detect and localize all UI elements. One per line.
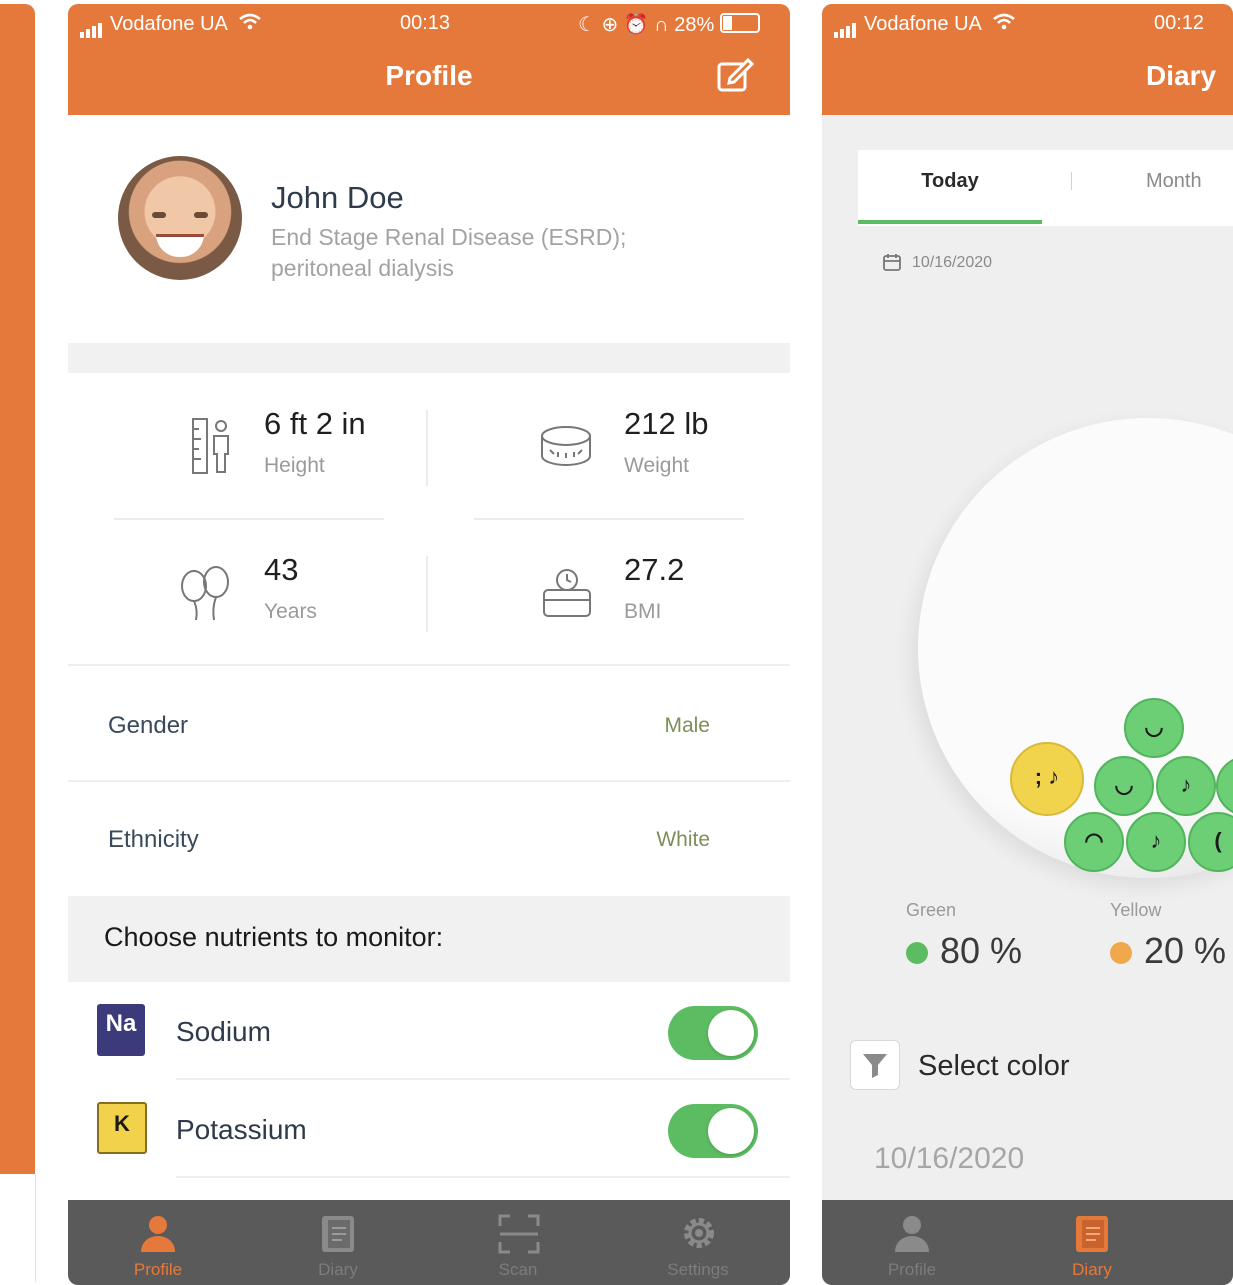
- height-value: 6 ft 2 in: [264, 406, 366, 441]
- avatar: [118, 156, 242, 280]
- nutrient-name: Sodium: [176, 1016, 271, 1047]
- tab-scan[interactable]: Scan: [468, 1200, 568, 1285]
- moon-icon: ☾: [578, 14, 596, 36]
- large-date: 10/16/2020: [874, 1142, 1025, 1175]
- legend-yellow-label: Yellow: [1110, 900, 1162, 920]
- tab-settings[interactable]: Settings: [648, 1200, 748, 1285]
- status-time: 00:12: [1154, 12, 1205, 34]
- diary-header: Vodafone UA 00:12 Diary: [822, 4, 1233, 115]
- user-name: John Doe: [271, 180, 404, 215]
- gender-row[interactable]: Gender Male: [68, 666, 790, 780]
- segment-active-underline: [858, 220, 1042, 224]
- yellow-ball: ; ♪: [1010, 742, 1084, 816]
- green-dot: [906, 942, 928, 965]
- nutrient-row-sodium: Na Sodium: [68, 982, 790, 1078]
- height-label: Height: [264, 454, 325, 477]
- potassium-toggle[interactable]: [668, 1104, 758, 1158]
- gender-value: Male: [664, 714, 710, 737]
- bmi-label: BMI: [624, 600, 662, 623]
- status-right: ☾ ⊕ ⏰ ∩ 28%: [578, 12, 760, 37]
- stats-divider-right: [474, 518, 744, 520]
- tab-diary[interactable]: Diary: [1042, 1200, 1142, 1285]
- tab-diary[interactable]: Diary: [288, 1200, 388, 1285]
- stats-divider-vertical: [426, 410, 428, 486]
- age-label: Years: [264, 600, 317, 623]
- status-carrier: Vodafone UA: [834, 12, 1016, 38]
- tab-profile[interactable]: Profile: [108, 1200, 208, 1285]
- user-condition: End Stage Renal Disease (ESRD); peritone…: [271, 224, 627, 281]
- segment-today[interactable]: Today: [858, 150, 1070, 220]
- filter-icon: [850, 1040, 900, 1090]
- signal-icon: [80, 15, 104, 38]
- tab-bar: Profile Diary: [822, 1200, 1233, 1285]
- tape-measure-icon: [538, 422, 594, 477]
- page-title: Diary: [1146, 60, 1217, 91]
- person-icon: [138, 1214, 178, 1259]
- potassium-element-icon: K: [97, 1102, 147, 1154]
- green-ball: ♪: [1156, 756, 1216, 816]
- profile-screen: Vodafone UA 00:13 ☾ ⊕ ⏰ ∩ 28% Profile Jo…: [68, 4, 790, 1285]
- row-divider: [176, 1176, 790, 1178]
- previous-screen-header: [0, 4, 35, 1174]
- calendar-icon: [882, 252, 902, 277]
- tab-bar: Profile Diary Scan Settings: [68, 1200, 790, 1285]
- lock-rotation-icon: ⊕: [601, 14, 619, 36]
- age-value: 43: [264, 552, 299, 587]
- green-ball: ◠: [1064, 812, 1124, 872]
- headphones-icon: ∩: [654, 14, 669, 36]
- green-ball: ♪: [1126, 812, 1186, 872]
- gear-icon: [678, 1212, 720, 1259]
- legend-yellow-value: 20 %: [1110, 930, 1226, 972]
- select-color-button[interactable]: Select color: [850, 1040, 1230, 1094]
- section-divider: [68, 343, 790, 373]
- wifi-icon: [238, 13, 262, 35]
- status-carrier: Vodafone UA: [80, 12, 262, 38]
- legend-green-label: Green: [906, 900, 957, 920]
- tab-profile[interactable]: Profile: [862, 1200, 962, 1285]
- nutrients-header: Choose nutrients to monitor:: [68, 896, 790, 982]
- notebook-icon: [1074, 1214, 1110, 1259]
- scan-icon: [498, 1214, 540, 1259]
- stats-divider-vertical-2: [426, 556, 428, 632]
- notebook-icon: [320, 1214, 356, 1259]
- legend-green-value: 80 %: [906, 930, 1022, 972]
- sodium-element-icon: Na: [97, 1004, 145, 1056]
- alarm-icon: ⏰: [623, 14, 649, 36]
- page-title: Profile: [385, 60, 473, 91]
- diary-screen: Vodafone UA 00:12 Diary Today Month 10/1…: [822, 4, 1233, 1285]
- gender-label: Gender: [108, 712, 189, 739]
- small-date: 10/16/2020: [912, 254, 993, 271]
- weight-value: 212 lb: [624, 406, 709, 441]
- segment-month[interactable]: Month: [1072, 150, 1233, 220]
- bmi-value: 27.2: [624, 552, 685, 587]
- balloons-icon: [178, 564, 234, 627]
- nutrient-row-potassium: K Potassium: [68, 1080, 790, 1176]
- ethnicity-label: Ethnicity: [108, 826, 199, 853]
- yellow-dot: [1110, 942, 1132, 965]
- green-ball: ◡: [1124, 698, 1184, 758]
- nutrient-name: Potassium: [176, 1114, 307, 1145]
- battery-percent: 28%: [674, 14, 715, 36]
- stats-divider-left: [114, 518, 384, 520]
- weight-label: Weight: [624, 454, 689, 477]
- scale-icon: [540, 566, 594, 625]
- person-icon: [892, 1214, 932, 1259]
- battery-icon: [719, 13, 760, 33]
- wifi-icon: [992, 13, 1016, 35]
- nutrients-header-text: Choose nutrients to monitor:: [104, 922, 444, 952]
- signal-icon: [834, 15, 858, 38]
- ethnicity-row[interactable]: Ethnicity White: [68, 782, 790, 896]
- green-ball: ◡: [1094, 756, 1154, 816]
- sodium-toggle[interactable]: [668, 1006, 758, 1060]
- profile-header: Vodafone UA 00:13 ☾ ⊕ ⏰ ∩ 28% Profile: [68, 4, 790, 115]
- previous-screen-sliver: [0, 0, 36, 1285]
- period-segmented-control: Today Month: [858, 150, 1233, 226]
- edit-icon[interactable]: [716, 56, 755, 99]
- ruler-person-icon: [190, 416, 236, 481]
- status-time: 00:13: [400, 12, 451, 34]
- ethnicity-value: White: [656, 828, 710, 851]
- previous-screen-bottom: [0, 1174, 36, 1282]
